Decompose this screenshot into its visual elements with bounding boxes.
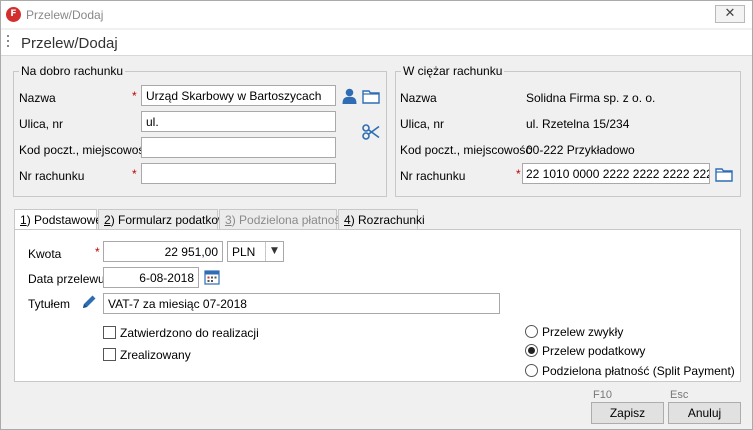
payer-postal-value: 00-222 Przykładowo [526,143,635,157]
approved-checkbox-label[interactable]: Zatwierdzono do realizacji [120,326,259,340]
required-mark: * [132,89,137,103]
done-checkbox[interactable] [103,348,116,361]
app-logo-icon: F [6,7,21,22]
pencil-icon[interactable] [81,294,97,310]
beneficiary-name-label: Nazwa [19,91,56,105]
cancel-button[interactable]: Anuluj [668,402,741,424]
drag-grip-icon[interactable] [7,35,10,51]
window-title: Przelew/Dodaj [26,8,104,22]
folder-icon[interactable] [715,167,733,182]
save-shortcut-hint: F10 [593,389,612,401]
beneficiary-name-field[interactable]: Urząd Skarbowy w Bartoszycach [141,85,336,106]
beneficiary-street-label: Ulica, nr [19,117,64,131]
date-label: Data przelewu [28,272,105,286]
scissors-icon[interactable] [362,124,380,140]
beneficiary-account-label: Nr rachunku [19,169,85,183]
radio-przelew-podatkowy[interactable] [525,344,538,357]
tab-formularz-podatkowy[interactable]: 2) Formularz podatkowy [98,209,233,229]
beneficiary-postal-field[interactable] [141,137,336,158]
tab-podzielona-platnosc: 3) Podzielona płatność [219,209,346,229]
radio-przelew-zwykly[interactable] [525,325,538,338]
cancel-shortcut-hint: Esc [670,389,689,401]
dialog-window: F Przelew/Dodaj ✕ Przelew/Dodaj Na dobro… [0,0,753,430]
payer-name-label: Nazwa [400,91,437,105]
page-title: Przelew/Dodaj [21,35,118,52]
radio-split-payment[interactable] [525,364,538,377]
done-checkbox-label[interactable]: Zrealizowany [120,348,191,362]
save-button[interactable]: Zapisz [591,402,664,424]
radio-przelew-zwykly-label[interactable]: Przelew zwykły [542,325,623,339]
tab-podstawowe[interactable]: 1) Podstawowe [14,209,102,231]
beneficiary-postal-label: Kod poczt., miejscowość [19,143,151,157]
calendar-icon[interactable] [204,269,220,285]
currency-value: PLN [232,245,256,259]
chevron-down-icon[interactable]: ▼ [265,242,283,261]
beneficiary-legend: Na dobro rachunku [19,64,126,78]
close-button[interactable]: ✕ [715,5,745,23]
tab-rozrachunki[interactable]: 4) Rozrachunki [338,209,425,229]
currency-select[interactable]: PLN ▼ [227,241,284,262]
title-label: Tytułem [28,297,71,311]
folder-icon[interactable] [362,89,380,104]
radio-split-payment-label[interactable]: Podzielona płatność (Split Payment) [542,364,735,378]
page-header: Przelew/Dodaj [1,30,752,56]
required-mark: * [95,245,100,259]
approved-checkbox[interactable] [103,326,116,339]
radio-przelew-podatkowy-label[interactable]: Przelew podatkowy [542,344,645,358]
payer-postal-label: Kod poczt., miejscowość [400,143,532,157]
required-mark: * [516,167,521,181]
payer-name-value: Solidna Firma sp. z o. o. [526,91,656,105]
payer-street-value: ul. Rzetelna 15/234 [526,117,630,131]
payer-account-label: Nr rachunku [400,169,466,183]
title-bar: F Przelew/Dodaj ✕ [1,1,752,28]
amount-field[interactable]: 22 951,00 [103,241,223,262]
beneficiary-account-field[interactable] [141,163,336,184]
payer-street-label: Ulica, nr [400,117,445,131]
payer-account-field[interactable]: 22 1010 0000 2222 2222 2222 2222 [522,163,710,184]
payer-legend: W ciężar rachunku [401,64,505,78]
beneficiary-street-field[interactable]: ul. [141,111,336,132]
date-field[interactable]: 6-08-2018 [103,267,199,288]
user-icon[interactable] [342,88,357,104]
title-field[interactable]: VAT-7 za miesiąc 07-2018 [103,293,500,314]
amount-label: Kwota [28,247,62,261]
required-mark: * [132,167,137,181]
